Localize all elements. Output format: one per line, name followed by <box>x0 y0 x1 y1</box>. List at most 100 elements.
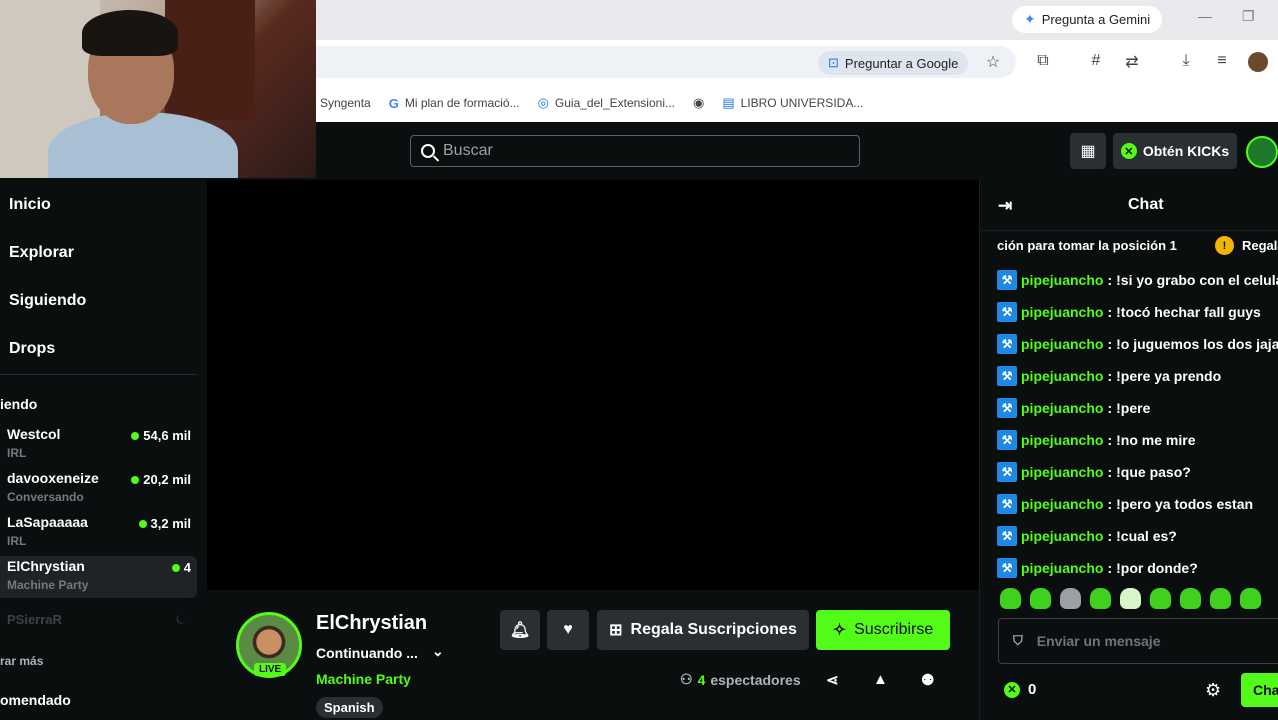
notification-button[interactable]: 🔔︎ <box>500 610 540 650</box>
bookmark-item[interactable]: ◎ Guia_del_Extensioni... <box>538 95 675 111</box>
sidebar-item-siguiendo[interactable]: Siguiendo <box>9 292 86 310</box>
bookmark-item[interactable]: G Mi plan de formació... <box>389 96 520 111</box>
chat-message[interactable]: ⚒ pipejuancho: !si yo grabo con el celular <box>997 264 1278 296</box>
chat-message-input[interactable]: ⛉ <box>998 618 1278 664</box>
chat-message[interactable]: ⚒ pipejuancho: !pere ya prendo <box>997 360 1278 392</box>
followed-channel[interactable]: LaSapaaaaa IRL 3,2 mil <box>0 512 197 554</box>
minimize-icon[interactable]: — <box>1198 8 1212 24</box>
gift-link[interactable]: Regala <box>1242 238 1278 253</box>
warning-icon[interactable]: ▲ <box>873 671 888 688</box>
moderator-badge-icon: ⚒ <box>997 270 1017 290</box>
emote-icon[interactable] <box>1210 588 1231 609</box>
emote-icon[interactable] <box>1060 588 1081 609</box>
search-input[interactable]: Buscar <box>410 135 860 167</box>
sidebar-item-explorar[interactable]: Explorar <box>9 244 74 262</box>
network-icon[interactable]: # <box>1086 52 1106 70</box>
chat-input-field[interactable] <box>1036 633 1237 649</box>
pinned-leaderboard[interactable]: ción para tomar la posición 1 <box>997 238 1177 253</box>
gear-icon[interactable]: ⚙ <box>1205 680 1221 701</box>
moderator-badge-icon: ⚒ <box>997 494 1017 514</box>
globe-icon: ◉ <box>692 95 705 110</box>
viewer-count: 54,6 mil <box>131 428 191 443</box>
sparkle-icon: ✦ <box>1024 11 1036 27</box>
emote-icon[interactable] <box>1000 588 1021 609</box>
chat-message[interactable]: ⚒ pipejuancho: !cual es? <box>997 520 1278 552</box>
bookmark-item[interactable]: ▤ LIBRO UNIVERSIDA... <box>722 95 863 111</box>
extensions-icon[interactable]: ⧉ <box>1033 52 1053 70</box>
followed-channel[interactable]: davooxeneize Conversando 20,2 mil <box>0 468 197 510</box>
browser-profile-avatar[interactable] <box>1248 52 1268 72</box>
stream-category-link[interactable]: Machine Party <box>316 671 411 687</box>
get-kicks-button[interactable]: ✕ Obtén KICKs <box>1113 133 1237 169</box>
gemini-button[interactable]: ✦ Pregunta a Gemini <box>1012 6 1163 33</box>
doc-icon: ▤ <box>722 95 735 110</box>
bookmarks-bar: Syngenta G Mi plan de formació... ◎ Guia… <box>316 84 1278 122</box>
sidebar-item-drops[interactable]: Drops <box>9 340 55 358</box>
ask-google-button[interactable]: ⊡ Preguntar a Google <box>818 51 969 75</box>
bookmark-star-icon[interactable]: ☆ <box>983 52 1003 72</box>
reading-mode-icon[interactable]: ≡ <box>1212 52 1232 70</box>
moderator-badge-icon: ⚒ <box>997 526 1017 546</box>
chat-message[interactable]: ⚒ pipejuancho: !no me mire <box>997 424 1278 456</box>
live-dot-icon <box>131 475 140 484</box>
moderator-badge-icon: ⚒ <box>997 462 1017 482</box>
live-dot-icon <box>171 563 180 572</box>
chevron-down-icon[interactable]: ⌄ <box>432 643 444 660</box>
followed-channel-active[interactable]: ElChrystian Machine Party 4 <box>0 556 197 598</box>
webcam-overlay <box>0 0 316 178</box>
offline-channel[interactable]: PSierraR <box>7 612 62 627</box>
sidebar-item-inicio[interactable]: Inicio <box>9 196 51 214</box>
show-more-link[interactable]: rar más <box>0 654 43 668</box>
live-dot-icon <box>131 431 140 440</box>
chat-title: Chat <box>1128 196 1164 213</box>
send-chat-button[interactable]: Chat <box>1241 673 1278 707</box>
download-icon[interactable]: ⤓ <box>1176 52 1196 70</box>
share-icon[interactable]: ⋖ <box>826 671 839 689</box>
chat-message-list: ⚒ pipejuancho: !si yo grabo con el celular… <box>997 264 1278 584</box>
translate-icon[interactable]: ⇄ <box>1122 52 1142 72</box>
chat-message[interactable]: ⚒ pipejuancho: !tocó hechar fall guys <box>997 296 1278 328</box>
layout-toggle-button[interactable]: ▦ <box>1070 133 1106 169</box>
moderator-badge-icon: ⚒ <box>997 558 1017 578</box>
chat-message[interactable]: ⚒ pipejuancho: !por donde? <box>997 552 1278 584</box>
gift-subscriptions-button[interactable]: ⊞ Regala Suscripciones <box>597 610 809 650</box>
moderator-badge-icon: ⚒ <box>997 334 1017 354</box>
moderator-badge-icon: ⚒ <box>997 430 1017 450</box>
emote-icon[interactable] <box>1030 588 1051 609</box>
chat-message[interactable]: ⚒ pipejuancho: !pere <box>997 392 1278 424</box>
globe-icon: ◎ <box>537 95 549 110</box>
emote-icon[interactable] <box>1240 588 1261 609</box>
gift-icon: ⊞ <box>609 622 623 639</box>
google-g-icon: G <box>388 95 399 111</box>
stream-title: Continuando ... <box>316 645 418 661</box>
bookmark-item[interactable]: ◉ <box>693 95 704 111</box>
viewer-count: 20,2 mil <box>131 472 191 487</box>
emote-icon[interactable] <box>1120 588 1141 609</box>
collapse-chat-icon[interactable]: ⇥ <box>998 196 1012 216</box>
chat-header-divider <box>979 230 1278 231</box>
user-options-icon[interactable]: ⚉ <box>921 671 934 689</box>
chat-message[interactable]: ⚒ pipejuancho: !que paso? <box>997 456 1278 488</box>
language-tag[interactable]: Spanish <box>316 697 383 718</box>
recommended-heading: omendado <box>0 692 71 708</box>
streamer-name[interactable]: ElChrystian <box>316 612 427 635</box>
emote-bar <box>1000 588 1261 609</box>
user-avatar[interactable] <box>1246 136 1278 168</box>
maximize-icon[interactable]: ❐ <box>1242 8 1255 25</box>
kicks-balance[interactable]: ✕ 0 <box>1004 681 1036 698</box>
bookmark-item[interactable]: Syngenta <box>320 96 371 110</box>
chat-message[interactable]: ⚒ pipejuancho: !pero ya todos estan <box>997 488 1278 520</box>
follow-button[interactable]: ♥ <box>547 610 589 650</box>
live-badge: LIVE <box>254 663 287 676</box>
emote-icon[interactable] <box>1180 588 1201 609</box>
followed-channel[interactable]: Westcol IRL 54,6 mil <box>0 424 197 466</box>
moderator-badge-icon: ⚒ <box>997 398 1017 418</box>
kick-coin-icon: ✕ <box>1120 143 1137 159</box>
emote-icon[interactable] <box>1150 588 1171 609</box>
emote-icon[interactable] <box>1090 588 1111 609</box>
live-dot-icon <box>138 519 147 528</box>
subscribe-button[interactable]: ✧ Suscribirse <box>816 610 950 650</box>
video-player[interactable] <box>207 180 979 590</box>
chat-message[interactable]: ⚒ pipejuancho: !o juguemos los dos jajaja <box>997 328 1278 360</box>
shield-icon: ⛉ <box>1013 633 1023 648</box>
